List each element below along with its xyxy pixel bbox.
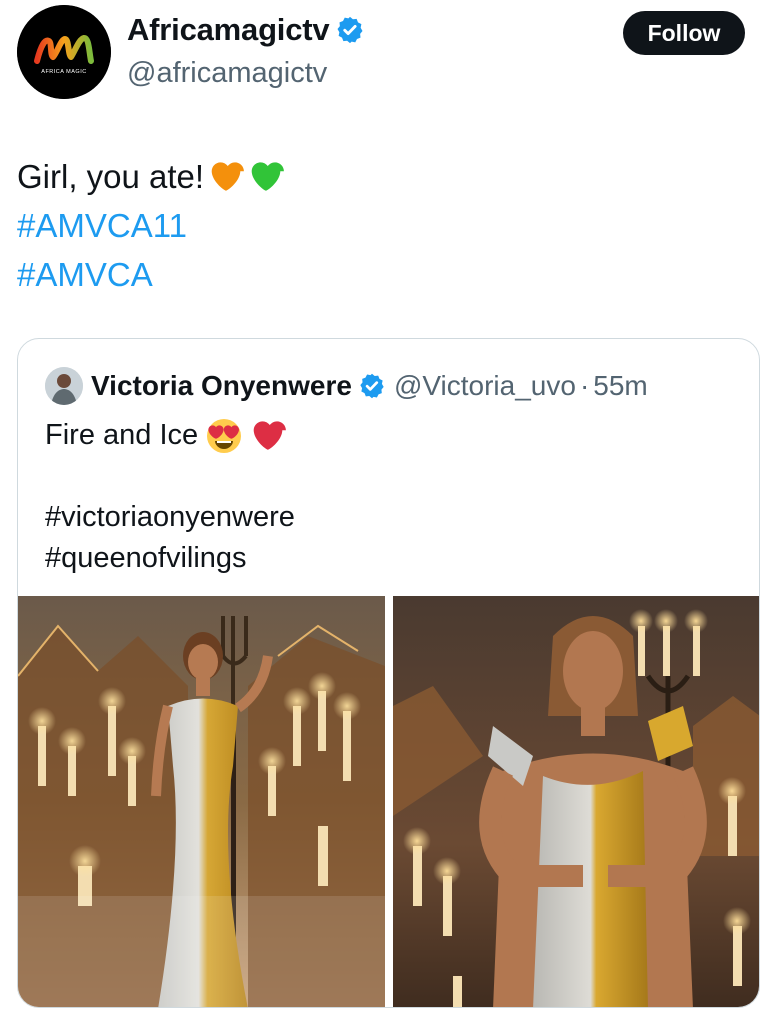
quoted-tweet-media (18, 596, 759, 1007)
tweet-line: #AMVCA (17, 250, 284, 299)
quoted-text-line: #victoriaonyenwere (45, 497, 295, 538)
author-avatar[interactable]: AFRICA MAGIC (17, 5, 111, 99)
quoted-hashtag[interactable]: #queenofvilings (45, 538, 247, 579)
hashtag-link[interactable]: #AMVCA11 (17, 201, 187, 250)
quoted-text: Fire and Ice (45, 419, 199, 451)
quoted-text-line: Fire and Ice (45, 415, 295, 456)
quoted-tweet-header: Victoria Onyenwere @Victoria_uvo · 55m (45, 367, 648, 405)
separator-dot: · (579, 370, 590, 401)
quoted-author-handle[interactable]: @Victoria_uvo (394, 370, 576, 402)
africa-magic-logo: AFRICA MAGIC (17, 5, 111, 99)
verified-badge-icon (358, 372, 386, 400)
orange-heart-icon (208, 159, 244, 195)
photo-close-up-gown[interactable] (393, 596, 759, 1007)
green-heart-icon (248, 159, 284, 195)
author-display-name[interactable]: Africamagictv (127, 12, 330, 48)
quoted-hashtag[interactable]: #victoriaonyenwere (45, 497, 295, 538)
tweet-line: Girl, you ate! (17, 152, 284, 201)
author-handle[interactable]: @africamagictv (127, 57, 327, 90)
tweet-text-line: Girl, you ate! (17, 158, 205, 195)
quoted-tweet[interactable]: Victoria Onyenwere @Victoria_uvo · 55m F… (17, 338, 760, 1008)
photo-full-length-gown[interactable] (18, 596, 385, 1007)
svg-text:AFRICA MAGIC: AFRICA MAGIC (41, 69, 86, 75)
heart-eyes-face-icon (206, 418, 242, 454)
hashtag-link[interactable]: #AMVCA (17, 250, 153, 299)
quoted-text-blank-line (45, 456, 295, 497)
tweet-line: #AMVCA11 (17, 201, 284, 250)
verified-badge-icon (335, 15, 365, 45)
red-heart-icon (250, 418, 287, 454)
follow-button[interactable]: Follow (623, 11, 745, 55)
quoted-tweet-timestamp[interactable]: 55m (593, 370, 647, 402)
quoted-author-avatar[interactable] (45, 367, 83, 405)
quoted-tweet-text: Fire and Ice #victoriaonyenwere #queenof… (45, 415, 295, 579)
quoted-author-name[interactable]: Victoria Onyenwere (91, 370, 352, 402)
quoted-text-line: #queenofvilings (45, 538, 295, 579)
tweet-card: AFRICA MAGIC Africamagictv @africamagict… (0, 0, 777, 1024)
tweet-text: Girl, you ate! #AMVCA11 #AMVCA (17, 152, 284, 299)
author-name-row: Africamagictv (127, 12, 365, 48)
